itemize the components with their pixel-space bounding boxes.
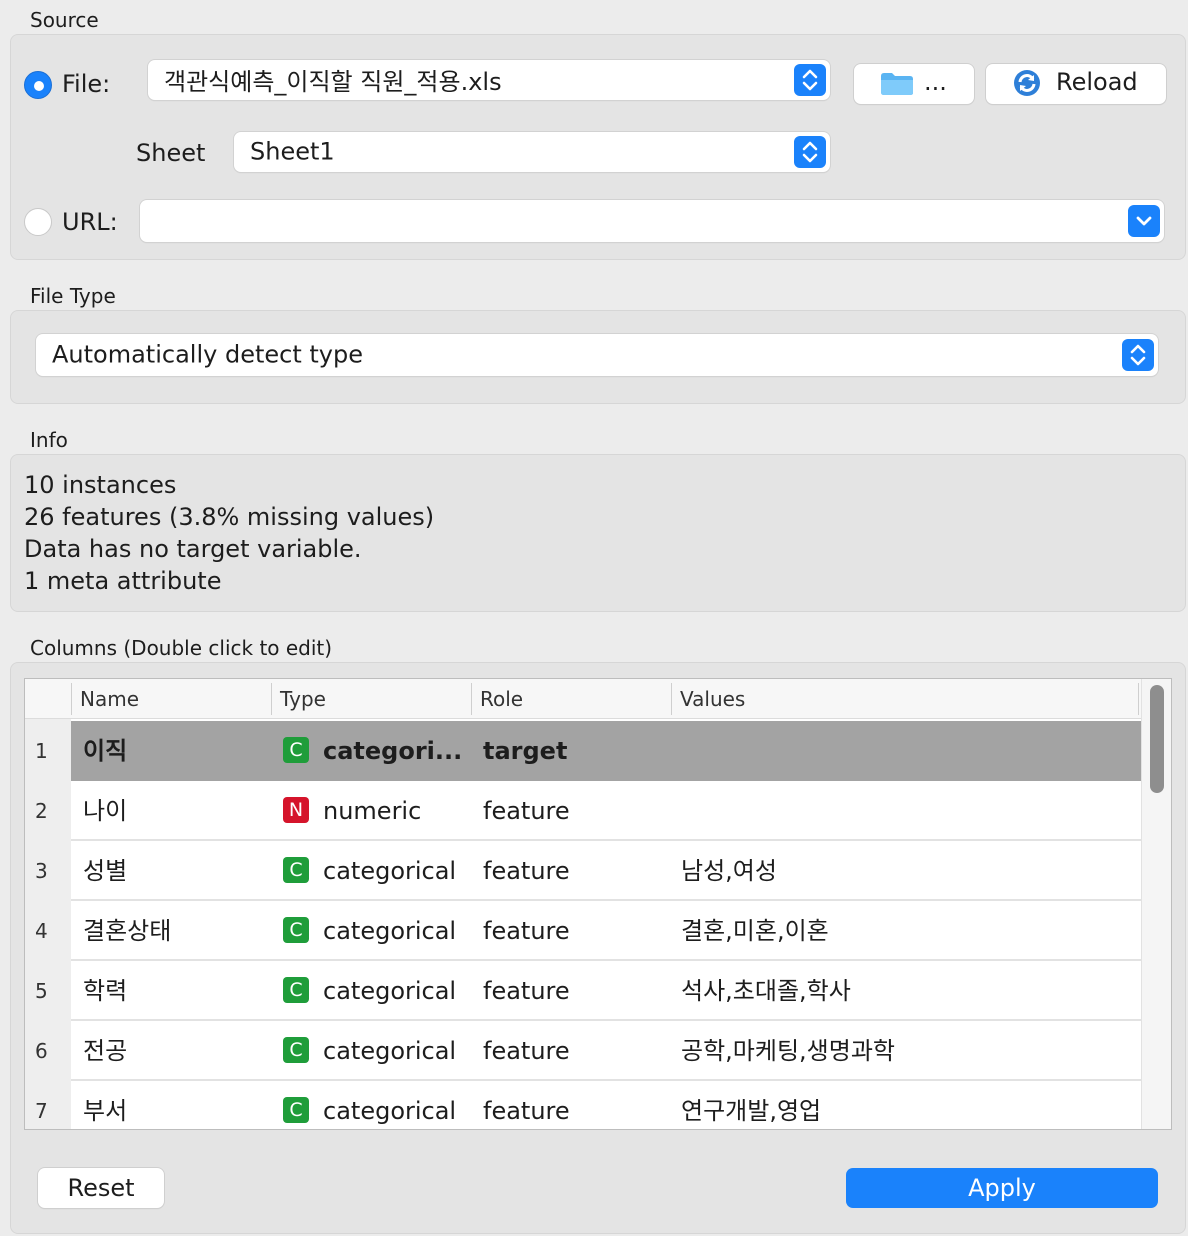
cell-name[interactable]: 결혼상태	[83, 901, 263, 961]
cell-name[interactable]: 부서	[83, 1081, 263, 1129]
table-row[interactable]: 5 학력 Ccategorical feature 석사,초대졸,학사	[25, 961, 1141, 1021]
cell-values[interactable]: 결혼,미혼,이혼	[681, 901, 1141, 961]
cell-name[interactable]: 나이	[83, 781, 263, 841]
cell-role[interactable]: feature	[483, 1081, 669, 1129]
type-label: categori...	[323, 737, 463, 765]
table-header: Name Type Role Values	[25, 679, 1141, 719]
folder-icon	[880, 72, 914, 102]
type-label: categorical	[323, 857, 457, 885]
info-meta: 1 meta attribute	[24, 567, 222, 595]
table-row[interactable]: 2 나이 Nnumeric feature	[25, 781, 1141, 841]
table-row[interactable]: 7 부서 Ccategorical feature 연구개발,영업	[25, 1081, 1141, 1129]
row-number: 1	[35, 739, 48, 763]
browse-label: ...	[924, 68, 947, 96]
url-combo[interactable]	[140, 200, 1164, 242]
cell-role[interactable]: feature	[483, 901, 669, 961]
cell-role[interactable]: feature	[483, 841, 669, 901]
info-section-title: Info	[30, 428, 68, 452]
type-label: categorical	[323, 917, 457, 945]
table-row[interactable]: 4 결혼상태 Ccategorical feature 결혼,미혼,이혼	[25, 901, 1141, 961]
file-label: File:	[62, 70, 111, 98]
file-type-combo[interactable]: Automatically detect type	[36, 334, 1158, 376]
sheet-combo-stepper-icon[interactable]	[794, 136, 826, 168]
file-type-stepper-icon[interactable]	[1122, 339, 1154, 371]
url-label: URL:	[62, 208, 118, 236]
scrollbar-thumb[interactable]	[1150, 685, 1164, 793]
type-label: categorical	[323, 1097, 457, 1125]
columns-section-title: Columns (Double click to edit)	[30, 636, 333, 660]
categorical-badge-icon: C	[283, 857, 309, 883]
header-values[interactable]: Values	[671, 679, 1131, 719]
cell-name[interactable]: 이직	[83, 721, 263, 781]
cell-type[interactable]: Ccategorical	[283, 961, 469, 1021]
type-label: numeric	[323, 797, 422, 825]
file-type-section-title: File Type	[30, 284, 116, 308]
categorical-badge-icon: C	[283, 917, 309, 943]
cell-values[interactable]: 남성,여성	[681, 841, 1141, 901]
cell-type[interactable]: Ccategorical	[283, 1021, 469, 1081]
reset-button[interactable]: Reset	[38, 1168, 164, 1208]
cell-role[interactable]: feature	[483, 961, 669, 1021]
file-combo-value: 객관식예측_이직할 직원_적용.xls	[164, 67, 502, 96]
file-type-value: Automatically detect type	[52, 340, 363, 369]
row-number: 3	[35, 859, 48, 883]
cell-type[interactable]: Nnumeric	[283, 781, 469, 841]
table-row[interactable]: 3 성별 Ccategorical feature 남성,여성	[25, 841, 1141, 901]
cell-values[interactable]: 연구개발,영업	[681, 1081, 1141, 1129]
cell-role[interactable]: target	[483, 721, 669, 781]
categorical-badge-icon: C	[283, 737, 309, 763]
cell-name[interactable]: 학력	[83, 961, 263, 1021]
row-number: 4	[35, 919, 48, 943]
header-role[interactable]: Role	[471, 679, 671, 719]
cell-type[interactable]: Ccategorical	[283, 1081, 469, 1129]
categorical-badge-icon: C	[283, 977, 309, 1003]
table-row[interactable]: 1 이직 Ccategori... target	[25, 721, 1141, 781]
sheet-label: Sheet	[136, 139, 206, 167]
browse-button[interactable]: ...	[854, 64, 974, 104]
cell-name[interactable]: 성별	[83, 841, 263, 901]
columns-table[interactable]: Name Type Role Values 1 이직 Ccategori... …	[24, 678, 1172, 1130]
categorical-badge-icon: C	[283, 1097, 309, 1123]
cell-values[interactable]: 석사,초대졸,학사	[681, 961, 1141, 1021]
info-instances: 10 instances	[24, 471, 177, 499]
cell-type[interactable]: Ccategorical	[283, 901, 469, 961]
table-scrollbar[interactable]	[1141, 679, 1171, 1129]
reload-button[interactable]: Reload	[986, 64, 1166, 104]
row-number: 2	[35, 799, 48, 823]
row-number: 7	[35, 1099, 48, 1123]
header-type[interactable]: Type	[271, 679, 471, 719]
cell-name[interactable]: 전공	[83, 1021, 263, 1081]
numeric-badge-icon: N	[283, 797, 309, 823]
info-target: Data has no target variable.	[24, 535, 362, 563]
file-combo[interactable]: 객관식예측_이직할 직원_적용.xls	[148, 60, 830, 100]
file-combo-stepper-icon[interactable]	[794, 64, 826, 96]
row-number: 6	[35, 1039, 48, 1063]
apply-button[interactable]: Apply	[846, 1168, 1158, 1208]
cell-values[interactable]	[681, 781, 1141, 841]
cell-role[interactable]: feature	[483, 781, 669, 841]
cell-role[interactable]: feature	[483, 1021, 669, 1081]
type-label: categorical	[323, 977, 457, 1005]
cell-values[interactable]	[681, 721, 1141, 781]
info-features: 26 features (3.8% missing values)	[24, 503, 435, 531]
url-dropdown-chevron-icon[interactable]	[1128, 205, 1160, 237]
cell-type[interactable]: Ccategorical	[283, 841, 469, 901]
cell-values[interactable]: 공학,마케팅,생명과학	[681, 1021, 1141, 1081]
cell-type[interactable]: Ccategori...	[283, 721, 469, 781]
reload-icon	[1012, 68, 1042, 104]
categorical-badge-icon: C	[283, 1037, 309, 1063]
file-radio[interactable]	[24, 71, 52, 99]
sheet-combo-value: Sheet1	[250, 137, 335, 166]
table-row[interactable]: 6 전공 Ccategorical feature 공학,마케팅,생명과학	[25, 1021, 1141, 1081]
sheet-combo[interactable]: Sheet1	[234, 132, 830, 172]
header-name[interactable]: Name	[71, 679, 271, 719]
source-section-title: Source	[30, 8, 99, 32]
reload-label: Reload	[1056, 68, 1138, 96]
type-label: categorical	[323, 1037, 457, 1065]
url-radio[interactable]	[24, 208, 52, 236]
row-number: 5	[35, 979, 48, 1003]
